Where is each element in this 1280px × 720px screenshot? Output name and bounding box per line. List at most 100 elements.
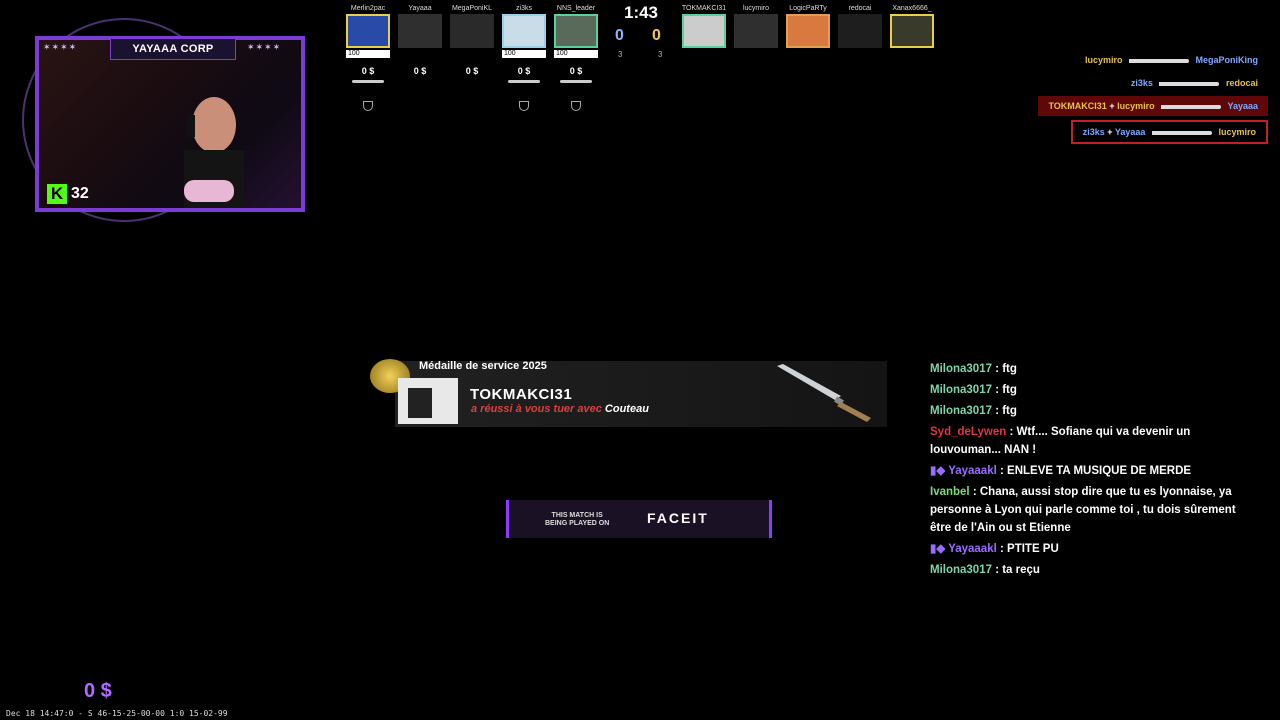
player-avatar bbox=[450, 14, 494, 48]
knife-icon bbox=[1159, 81, 1220, 86]
player-avatar bbox=[682, 14, 726, 48]
chat-username: Yayaaakl bbox=[948, 543, 997, 555]
victim-name: MegaPoniKing bbox=[1195, 55, 1259, 65]
player-name: Merlin2pac bbox=[350, 5, 386, 12]
weapon-name: Couteau bbox=[604, 403, 649, 415]
armor-icon bbox=[571, 101, 581, 111]
t-player-2: lucymiro bbox=[732, 4, 780, 124]
score-t: 0 bbox=[652, 27, 661, 44]
chat-text: : ftg bbox=[995, 363, 1017, 375]
microphone bbox=[184, 180, 234, 202]
faceit-line-1: THIS MATCH IS bbox=[551, 512, 603, 519]
t-player-5: Xanax6666_ bbox=[888, 4, 936, 124]
killfeed-entry-4: zi3ks + Yayaaa lucymiro bbox=[1070, 120, 1268, 144]
chat-text: : Chana, aussi stop dire que tu es lyonn… bbox=[930, 486, 1236, 534]
knife-icon bbox=[1151, 130, 1212, 135]
player-hp: 100 bbox=[502, 50, 546, 58]
chat-username: Milona3017 bbox=[930, 363, 992, 375]
chat-text: : ENLEVE TA MUSIQUE DE MERDE bbox=[1000, 465, 1192, 477]
victim-name: Yayaaa bbox=[1227, 101, 1258, 111]
armor-icon bbox=[363, 101, 373, 111]
killfeed-entry-1: lucymiro MegaPoniKing bbox=[1075, 50, 1268, 70]
killfeed-entry-2: zi3ks redocai bbox=[1121, 73, 1268, 93]
chat-username: Milona3017 bbox=[930, 384, 992, 396]
faceit-line-2: BEING PLAYED ON bbox=[545, 520, 610, 527]
chat-message: Syd_deLywen : Wtf.... Sofiane qui va dev… bbox=[930, 423, 1250, 459]
player-avatar bbox=[838, 14, 882, 48]
faceit-banner: THIS MATCH IS BEING PLAYED ON FACEIT bbox=[506, 500, 772, 538]
player-money: 0 $ bbox=[465, 66, 479, 76]
ct-player-1: Merlin2pac 100 0 $ bbox=[344, 4, 392, 124]
player-name: NNS_leader bbox=[556, 5, 596, 12]
chat-text: : ta reçu bbox=[995, 564, 1040, 576]
chat-message: Ivanbel : Chana, aussi stop dire que tu … bbox=[930, 483, 1250, 537]
chat-message: Milona3017 : ftg bbox=[930, 360, 1250, 378]
viewer-count: 32 bbox=[71, 185, 89, 202]
player-avatar bbox=[734, 14, 778, 48]
chat-message: Milona3017 : ftg bbox=[930, 381, 1250, 399]
chat-panel: Milona3017 : ftg Milona3017 : ftg Milona… bbox=[930, 360, 1250, 582]
assist-name: lucymiro bbox=[1117, 101, 1155, 111]
t-player-1: TOKMAKCI31 bbox=[680, 4, 728, 124]
alive-t: 3 bbox=[658, 50, 663, 59]
sub-badge-icon: ▮◆ bbox=[930, 465, 946, 477]
kill-message-text: a réussi à vous tuer avec bbox=[471, 403, 602, 415]
player-avatar bbox=[346, 14, 390, 48]
kill-message: a réussi à vous tuer avec Couteau bbox=[471, 403, 649, 415]
killer-name: lucymiro bbox=[1084, 55, 1123, 65]
chat-username: Syd_deLywen bbox=[930, 426, 1007, 438]
player-name: TOKMAKCI31 bbox=[681, 5, 727, 12]
armor-icon bbox=[519, 101, 529, 111]
killer-name: zi3ks bbox=[1082, 127, 1105, 137]
killfeed-entry-3: TOKMAKCI31 + lucymiro Yayaaa bbox=[1038, 96, 1268, 116]
medal-title: Médaille de service 2025 bbox=[419, 360, 547, 372]
weapon-icon bbox=[352, 80, 384, 83]
player-name: lucymiro bbox=[742, 5, 770, 12]
player-avatar bbox=[502, 14, 546, 48]
killer-avatar bbox=[398, 378, 458, 424]
killer-name: TOKMAKCI31 bbox=[470, 386, 573, 403]
ct-player-2: Yayaaa 0 $ bbox=[396, 4, 444, 124]
webcam-frame: K 32 ✶✶✶✶ ✶✶✶✶ bbox=[35, 36, 305, 212]
weapon-icon bbox=[560, 80, 592, 83]
player-avatar bbox=[786, 14, 830, 48]
player-money: 0 $ bbox=[517, 66, 531, 76]
player-avatar bbox=[554, 14, 598, 48]
chat-text: : PTITE PU bbox=[1000, 543, 1059, 555]
ct-player-4: zi3ks 100 0 $ bbox=[500, 4, 548, 124]
chat-text: : ftg bbox=[995, 405, 1017, 417]
chat-message: Milona3017 : ftg bbox=[930, 402, 1250, 420]
player-name: MegaPoniKL bbox=[451, 5, 493, 12]
chat-username: Milona3017 bbox=[930, 405, 992, 417]
assist-name: Yayaaa bbox=[1114, 127, 1146, 137]
faceit-tagline: THIS MATCH IS BEING PLAYED ON bbox=[545, 512, 609, 528]
chat-message: ▮◆ Yayaaakl : ENLEVE TA MUSIQUE DE MERDE bbox=[930, 462, 1250, 480]
ct-player-3: MegaPoniKL 0 $ bbox=[448, 4, 496, 124]
cam-stars-right: ✶✶✶✶ bbox=[247, 42, 282, 52]
chat-username: Yayaaakl bbox=[948, 465, 997, 477]
ct-player-5: NNS_leader 100 0 $ bbox=[552, 4, 600, 124]
player-money-hud: 0 $ bbox=[84, 680, 112, 702]
player-money: 0 $ bbox=[413, 66, 427, 76]
sub-badge-icon: ▮◆ bbox=[930, 543, 946, 555]
kick-logo: K bbox=[47, 184, 67, 204]
chat-username: Milona3017 bbox=[930, 564, 992, 576]
faceit-logo: FACEIT bbox=[647, 510, 709, 526]
player-name: Yayaaa bbox=[408, 5, 432, 12]
player-money: 0 $ bbox=[569, 66, 583, 76]
cam-stars-left: ✶✶✶✶ bbox=[43, 42, 78, 52]
score-ct: 0 bbox=[615, 27, 624, 44]
demo-timestamp: Dec 18 14:47:0 - S 46-15-25-00-00 1:0 15… bbox=[6, 709, 228, 718]
player-name: LogicPaRTy bbox=[789, 5, 827, 12]
webcam-title: YAYAAA CORP bbox=[110, 38, 236, 60]
knife-icon bbox=[777, 364, 871, 422]
killer-name: TOKMAKCI31 bbox=[1048, 101, 1107, 111]
chat-message: Milona3017 : ta reçu bbox=[930, 561, 1250, 579]
player-money: 0 $ bbox=[361, 66, 375, 76]
player-avatar bbox=[398, 14, 442, 48]
player-hp: 100 bbox=[346, 50, 390, 58]
t-player-4: redocai bbox=[836, 4, 884, 124]
t-player-3: LogicPaRTy bbox=[784, 4, 832, 124]
player-hp: 100 bbox=[554, 50, 598, 58]
player-avatar bbox=[890, 14, 934, 48]
